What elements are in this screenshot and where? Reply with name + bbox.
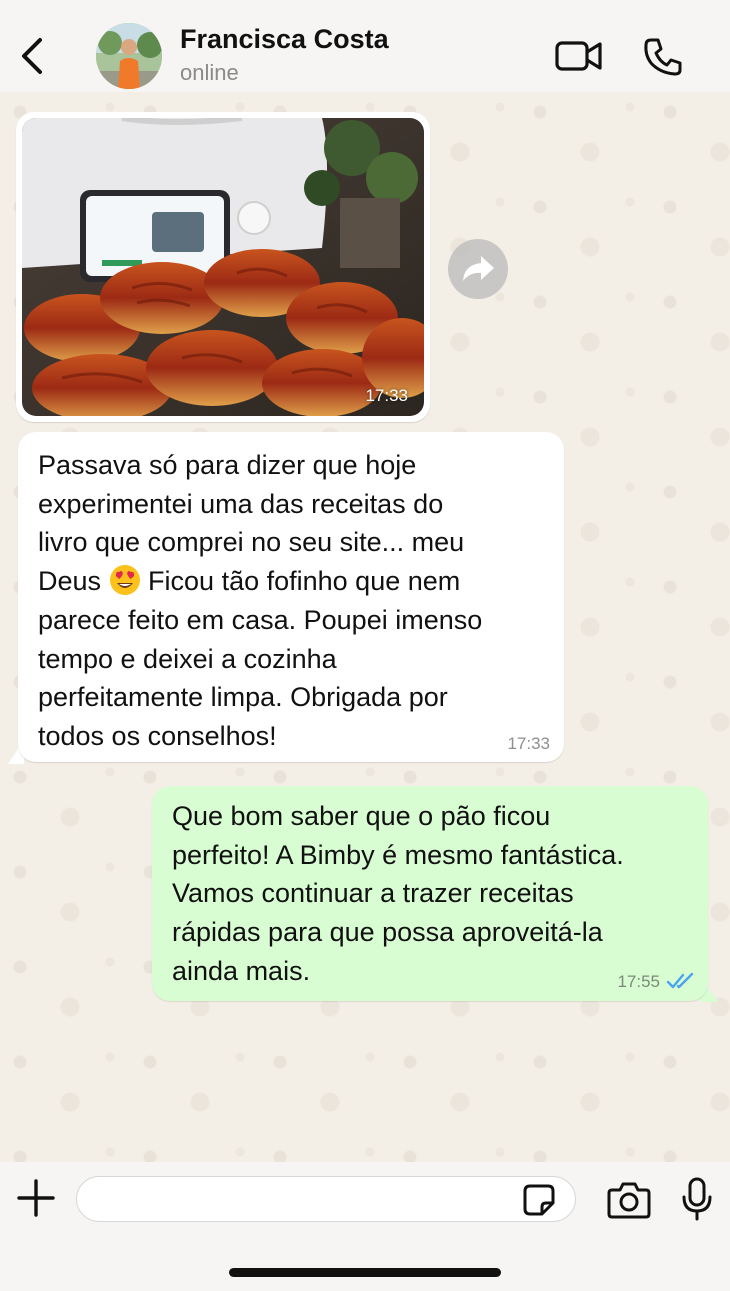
message-text: Que bom saber que o pão ficou perfeito! …: [172, 801, 624, 986]
composer-bar: [0, 1162, 730, 1291]
image-message: 17:33: [16, 112, 430, 422]
forward-arrow-icon: [463, 256, 494, 281]
forward-button[interactable]: [448, 239, 508, 299]
croissants-photo: [22, 118, 424, 416]
plus-icon: [17, 1179, 55, 1217]
heart-eyes-emoji-icon: [109, 565, 140, 596]
avatar-image: [96, 23, 162, 89]
message-time: 17:33: [507, 734, 550, 753]
camera-icon: [607, 1182, 651, 1219]
microphone-icon: [682, 1177, 712, 1221]
message-time: 17:33: [365, 386, 408, 405]
contact-name[interactable]: Francisca Costa: [180, 24, 389, 55]
message-photo[interactable]: 17:33: [22, 118, 424, 416]
double-check-icon: [666, 972, 694, 989]
message-text: Passava só para dizer que hoje experimen…: [38, 446, 553, 756]
message-input[interactable]: [76, 1176, 576, 1222]
chevron-left-icon: [22, 38, 42, 74]
chat-header: Francisca Costa online: [0, 0, 730, 92]
microphone-button[interactable]: [680, 1176, 714, 1222]
message-time: 17:55: [617, 972, 660, 991]
sticker-button[interactable]: [522, 1183, 556, 1217]
outgoing-message[interactable]: Que bom saber que o pão ficou perfeito! …: [152, 786, 708, 1001]
back-button[interactable]: [14, 34, 54, 78]
incoming-message[interactable]: Passava só para dizer que hoje experimen…: [18, 432, 564, 762]
contact-status: online: [180, 60, 239, 85]
sticker-icon: [523, 1184, 555, 1216]
avatar[interactable]: [96, 23, 162, 89]
camera-button[interactable]: [606, 1180, 652, 1220]
video-call-button[interactable]: [554, 38, 604, 74]
phone-icon: [644, 38, 682, 76]
voice-call-button[interactable]: [642, 36, 684, 78]
home-indicator: [229, 1268, 501, 1277]
video-camera-icon: [555, 41, 602, 71]
attach-button[interactable]: [16, 1178, 56, 1218]
